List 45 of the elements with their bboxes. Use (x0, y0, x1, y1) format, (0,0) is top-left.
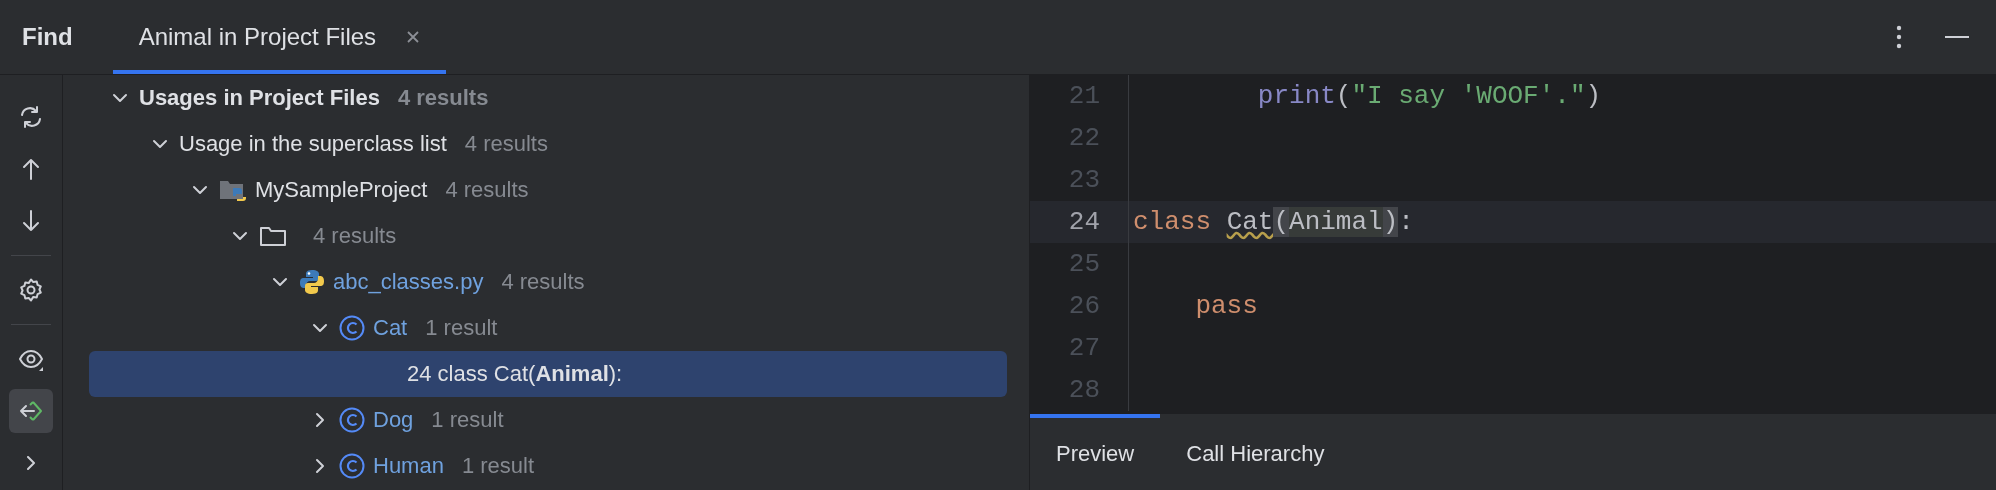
chevron-right-icon (27, 456, 35, 470)
tab[interactable]: Call Hierarchy (1160, 414, 1351, 490)
tab[interactable]: Animal in Project Files (112, 0, 447, 74)
code-line: pass (1194, 291, 1258, 321)
tree-label: Dog (373, 407, 414, 433)
tree-label: MySampleProject (255, 177, 428, 203)
tree-item[interactable]: 4 results (89, 213, 1007, 259)
usage-line: 24 class Cat(Animal): (407, 361, 623, 387)
folder-icon (259, 224, 287, 248)
minimize-icon[interactable] (1944, 35, 1970, 39)
result-count: 1 result (425, 315, 498, 341)
line-number: 24 (1030, 201, 1129, 243)
rerun-icon (18, 104, 44, 130)
tree-item[interactable]: Dog 1 result (89, 397, 1007, 443)
settings-icon (18, 277, 44, 303)
tree-label: Cat (373, 315, 408, 341)
tree-label: abc_classes.py (333, 269, 484, 295)
tree-label: Usages in Project Files (139, 85, 380, 111)
code-line: class Cat(Animal): (1133, 207, 1414, 237)
result-count: 4 results (464, 131, 548, 157)
class-icon (339, 315, 365, 341)
class-icon (339, 453, 365, 479)
result-count: 4 results (397, 85, 489, 111)
class-icon (339, 407, 365, 433)
result-count: 1 result (431, 407, 504, 433)
close-icon[interactable] (406, 30, 421, 44)
panel-title: Find (22, 23, 73, 51)
more-options-icon[interactable] (1896, 25, 1902, 49)
result-count: 1 result (461, 453, 535, 479)
result-count: 4 results (445, 177, 529, 203)
tree-item[interactable]: 24 class Cat(Animal): (89, 351, 1007, 397)
python-icon (299, 269, 325, 295)
result-count: 4 results (501, 269, 585, 295)
tree-item[interactable]: Usages in Project Files 4 results (89, 75, 1007, 121)
tree-label: Human (373, 453, 444, 479)
toolbar-button[interactable] (9, 389, 53, 433)
tree-item[interactable]: Usage in the superclass list 4 results (89, 121, 1007, 167)
code-line: print("I say 'WOOF'.") (1256, 81, 1602, 111)
tree-item[interactable]: Cat 1 result (89, 305, 1007, 351)
tab[interactable]: Preview (1030, 414, 1161, 490)
result-count: 4 results (313, 223, 397, 249)
tree-item[interactable]: Human 1 result (89, 443, 1007, 489)
tree-item[interactable]: MySampleProject 4 results (89, 167, 1007, 213)
tree-label: Usage in the superclass list (179, 131, 447, 157)
tree-item[interactable]: abc_classes.py 4 results (89, 259, 1007, 305)
